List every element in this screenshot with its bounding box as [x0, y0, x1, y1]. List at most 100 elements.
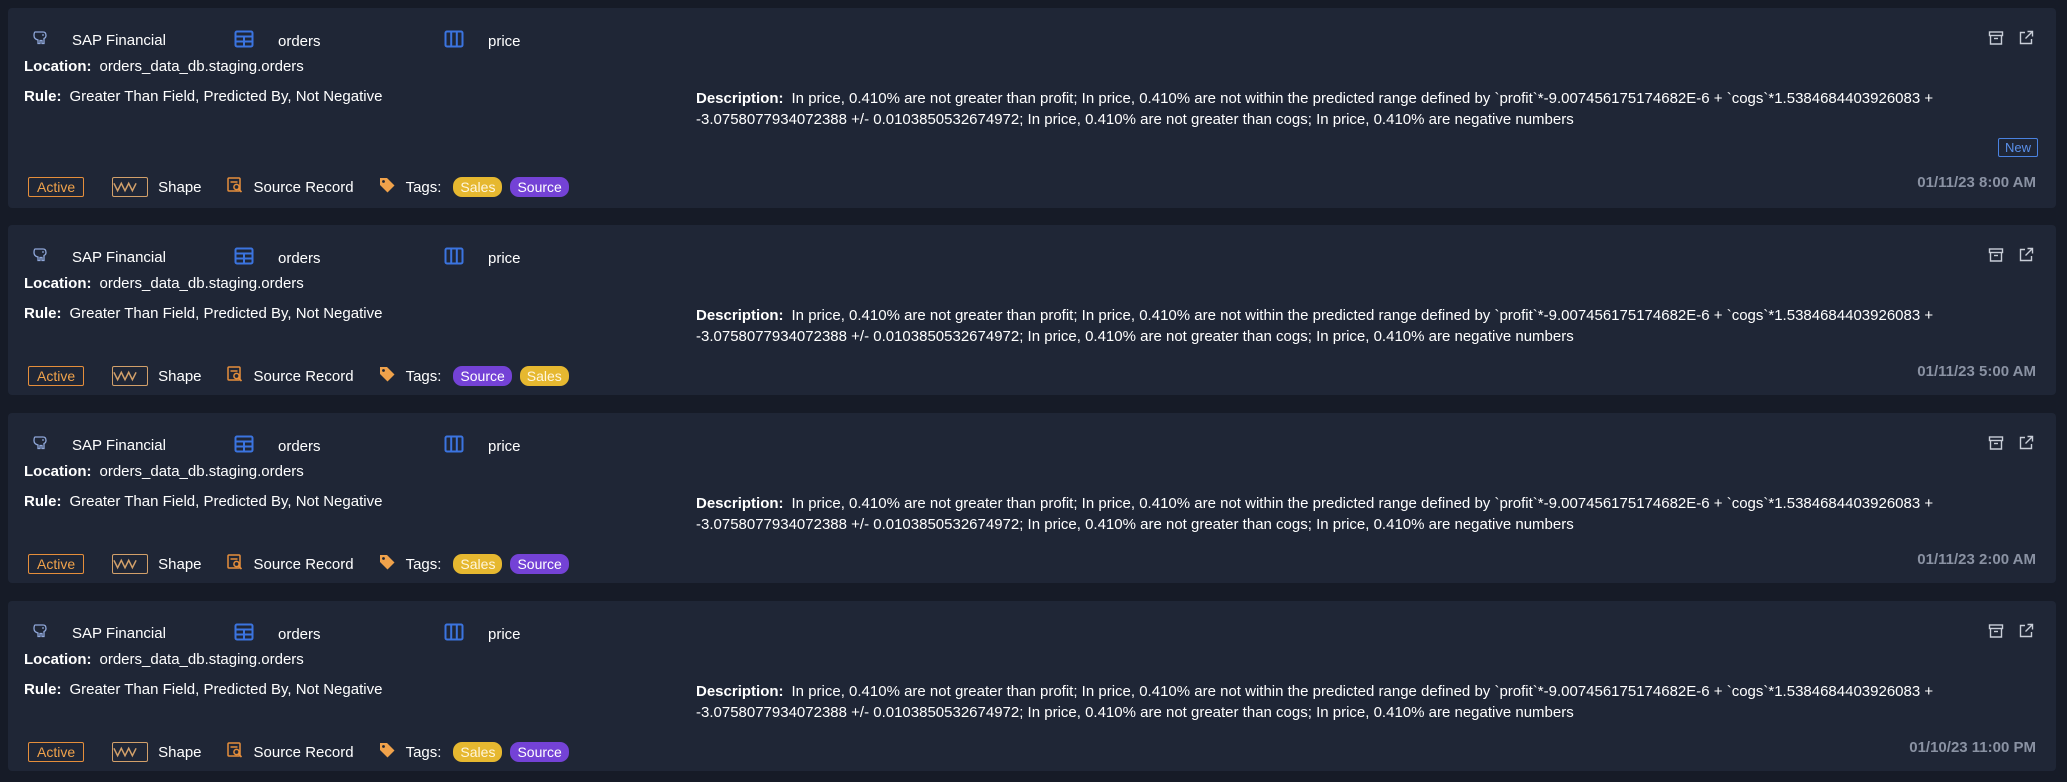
tag-chip[interactable]: Source — [510, 177, 569, 197]
tag-chip[interactable]: Source — [453, 366, 512, 386]
shape-icon — [112, 177, 149, 197]
column-crumb[interactable]: price — [444, 435, 521, 457]
postgres-elephant-icon — [32, 435, 58, 455]
shape-icon — [112, 554, 149, 574]
source-crumb[interactable]: SAP Financial — [32, 435, 166, 455]
table-icon — [234, 623, 264, 645]
location-row: Location: orders_data_db.staging.orders — [24, 463, 304, 480]
tag-chip[interactable]: Source — [510, 742, 569, 762]
postgres-elephant-icon — [32, 247, 58, 267]
status-badge[interactable]: Active — [28, 366, 85, 386]
shape-link[interactable]: Shape — [112, 554, 202, 574]
source-record-icon — [226, 553, 254, 575]
source-record-link[interactable]: Source Record — [226, 365, 354, 387]
source-crumb[interactable]: SAP Financial — [32, 623, 166, 643]
table-name: orders — [278, 249, 321, 267]
tag-icon — [378, 365, 406, 387]
archive-icon[interactable] — [1988, 623, 2004, 639]
card-header: SAP Financial orders price — [24, 615, 2040, 649]
shape-link[interactable]: Shape — [112, 366, 202, 386]
rule-label: Rule: — [24, 88, 62, 105]
source-record-label: Source Record — [253, 178, 354, 196]
column-name: price — [488, 249, 521, 267]
description-value: In price, 0.410% are not greater than pr… — [696, 90, 1934, 128]
source-record-label: Source Record — [253, 743, 354, 761]
tags-label: Tags: — [405, 367, 442, 385]
table-icon — [234, 435, 264, 457]
card-footer: Active Shape Source Record Tags: Source Sales — [28, 365, 601, 387]
column-crumb[interactable]: price — [444, 623, 521, 645]
description-row: Description: In price, 0.410% are not gre… — [696, 88, 1956, 130]
location-value: orders_data_db.staging.orders — [99, 651, 304, 668]
tag-icon — [378, 553, 406, 575]
table-name: orders — [278, 32, 321, 50]
tags-label: Tags: — [405, 555, 442, 573]
anomaly-list: SAP Financial orders price Location: orders_… — [0, 0, 2067, 782]
postgres-elephant-icon — [32, 30, 58, 50]
status-badge[interactable]: Active — [28, 742, 85, 762]
column-icon — [444, 30, 474, 52]
source-record-link[interactable]: Source Record — [226, 176, 354, 198]
column-crumb[interactable]: price — [444, 247, 521, 269]
external-link-icon[interactable] — [2018, 247, 2034, 263]
location-label: Location: — [24, 275, 92, 292]
rule-value: Greater Than Field, Predicted By, Not Ne… — [69, 681, 383, 698]
source-name: SAP Financial — [72, 248, 166, 266]
archive-icon[interactable] — [1988, 247, 2004, 263]
status-badge[interactable]: Active — [28, 554, 85, 574]
source-name: SAP Financial — [72, 624, 166, 642]
description-row: Description: In price, 0.410% are not gre… — [696, 305, 1956, 347]
location-row: Location: orders_data_db.staging.orders — [24, 275, 304, 292]
card-footer: Active Shape Source Record Tags: Sales Source — [28, 553, 601, 575]
external-link-icon[interactable] — [2018, 30, 2034, 46]
external-link-icon[interactable] — [2018, 435, 2034, 451]
rule-label: Rule: — [24, 681, 62, 698]
tag-chip[interactable]: Sales — [453, 742, 503, 762]
location-value: orders_data_db.staging.orders — [99, 275, 304, 292]
location-row: Location: orders_data_db.staging.orders — [24, 58, 304, 75]
shape-link[interactable]: Shape — [112, 742, 202, 762]
card-actions — [1988, 30, 2034, 46]
column-name: price — [488, 625, 521, 643]
source-record-link[interactable]: Source Record — [226, 741, 354, 763]
table-crumb[interactable]: orders — [234, 435, 321, 457]
table-crumb[interactable]: orders — [234, 623, 321, 645]
column-icon — [444, 247, 474, 269]
tag-chip[interactable]: Sales — [453, 177, 503, 197]
rule-label: Rule: — [24, 305, 62, 322]
source-crumb[interactable]: SAP Financial — [32, 30, 166, 50]
description-label: Description: — [696, 683, 784, 700]
source-name: SAP Financial — [72, 436, 166, 454]
external-link-icon[interactable] — [2018, 623, 2034, 639]
location-row: Location: orders_data_db.staging.orders — [24, 651, 304, 668]
archive-icon[interactable] — [1988, 30, 2004, 46]
table-crumb[interactable]: orders — [234, 30, 321, 52]
column-icon — [444, 623, 474, 645]
tag-chip[interactable]: Sales — [453, 554, 503, 574]
description-value: In price, 0.410% are not greater than pr… — [696, 495, 1934, 533]
shape-label: Shape — [158, 178, 202, 196]
tag-chip[interactable]: Source — [510, 554, 569, 574]
shape-label: Shape — [158, 555, 202, 573]
shape-link[interactable]: Shape — [112, 177, 202, 197]
card-actions — [1988, 435, 2034, 451]
anomaly-card[interactable]: SAP Financial orders price Location: orders_… — [8, 225, 2056, 395]
tag-chip[interactable]: Sales — [519, 366, 569, 386]
anomaly-card[interactable]: SAP Financial orders price Location: orders_… — [8, 8, 2056, 208]
table-crumb[interactable]: orders — [234, 247, 321, 269]
status-badge[interactable]: Active — [28, 177, 85, 197]
postgres-elephant-icon — [32, 623, 58, 643]
anomaly-card[interactable]: SAP Financial orders price Location: orders_… — [8, 413, 2056, 583]
source-crumb[interactable]: SAP Financial — [32, 247, 166, 267]
rule-row: Rule: Greater Than Field, Predicted By, N… — [24, 493, 382, 510]
description-label: Description: — [696, 307, 784, 324]
column-crumb[interactable]: price — [444, 30, 521, 52]
source-record-link[interactable]: Source Record — [226, 553, 354, 575]
card-header: SAP Financial orders price — [24, 239, 2040, 273]
anomaly-card[interactable]: SAP Financial orders price Location: orders_… — [8, 601, 2056, 771]
source-record-icon — [226, 365, 254, 387]
timestamp: 01/10/23 11:00 PM — [1909, 739, 2036, 756]
card-footer: Active Shape Source Record Tags: Sales Source — [28, 741, 601, 763]
tags-group: Tags: Sales Source — [378, 553, 577, 575]
archive-icon[interactable] — [1988, 435, 2004, 451]
